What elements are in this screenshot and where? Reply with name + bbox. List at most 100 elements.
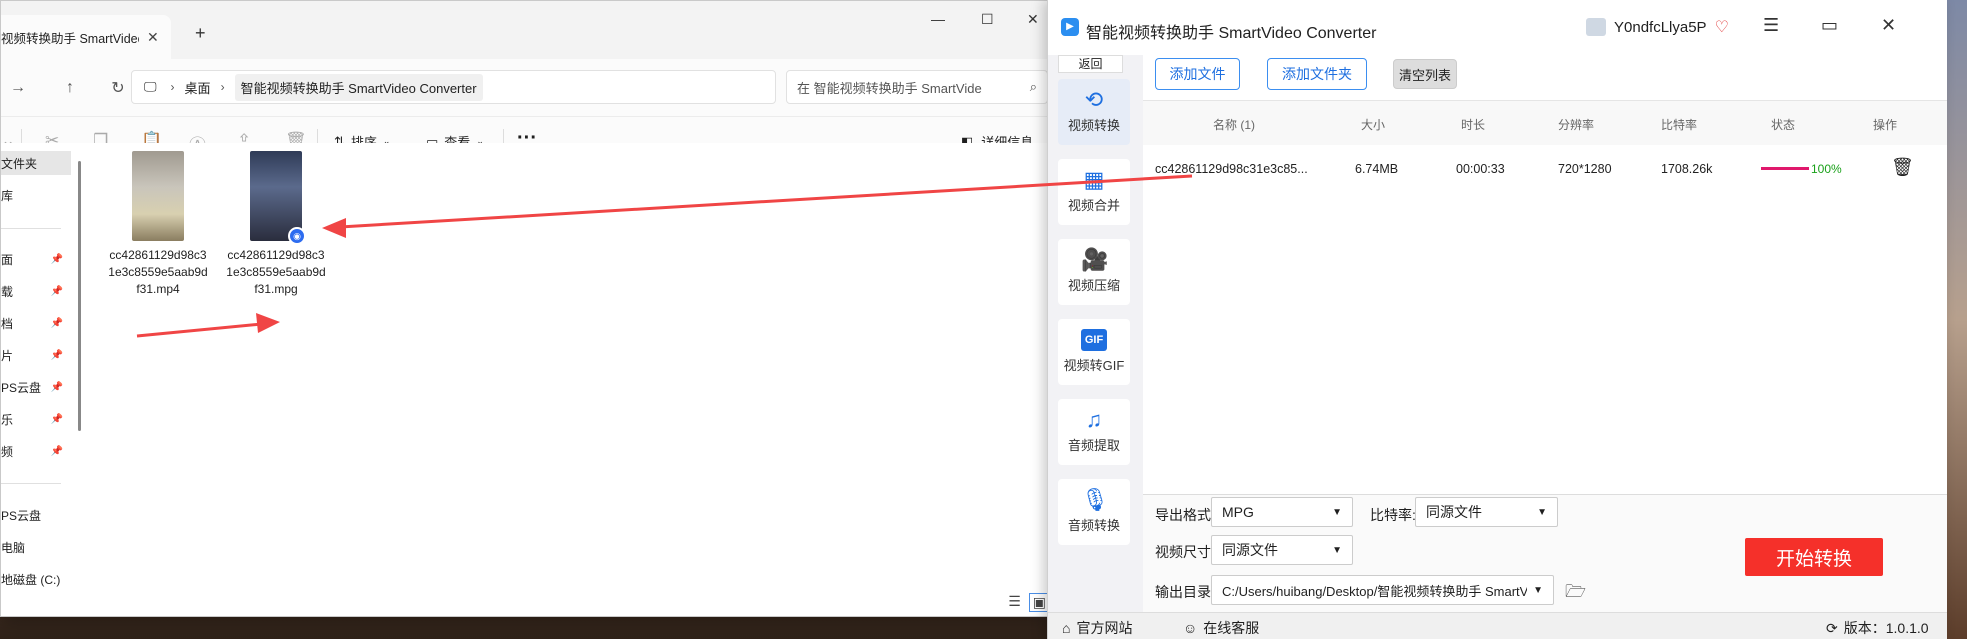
cell-bitrate: 1708.26k [1661,162,1713,176]
details-view-icon[interactable]: ☰ [1008,593,1021,612]
format-select[interactable]: MPG ▼ [1211,497,1353,527]
sidebar-item-label: 频 [1,444,14,459]
sidebar-item-downloads[interactable]: 载 📌 [1,279,71,303]
sidebar-item-label: PS云盘 [1,380,42,395]
nav-video-compress[interactable]: 🎥 视频压缩 [1058,239,1130,305]
nav-audio-convert[interactable]: 🎙 音频转换 [1058,479,1130,545]
sidebar-divider [1,228,61,229]
breadcrumb-folder[interactable]: 智能视频转换助手 SmartVideo Converter [234,73,483,101]
table-header: 名称 (1) 大小 时长 分辨率 比特率 状态 操作 [1143,101,1947,145]
open-folder-icon[interactable]: 🗁 [1565,579,1586,608]
sidebar-item-documents[interactable]: 档 📌 [1,311,71,335]
caret-down-icon: ▼ [1332,545,1342,556]
bitrate-value: 同源文件 [1426,504,1482,520]
user-account[interactable]: Y0ndfcLlya5P ♡ [1586,17,1729,37]
breadcrumb-desktop[interactable]: 桌面 [185,78,211,97]
caret-down-icon: ▼ [1537,507,1547,518]
refresh-icon[interactable]: ↻ [101,78,135,98]
nav-video-to-gif[interactable]: GIF 视频转GIF [1058,319,1130,385]
bitrate-label: 比特率: [1370,507,1416,523]
pin-icon: 📌 [50,445,63,457]
search-placeholder: 在 智能视频转换助手 SmartVide [797,80,982,96]
sidebar-item-desktop[interactable]: 面 📌 [1,247,71,271]
up-arrow-icon[interactable]: ↑ [53,79,87,97]
close-button[interactable]: ✕ [1881,15,1896,36]
file-explorer-window: 视频转换助手 SmartVideo ✕ + — ☐ ✕ → ↑ ↻ 🖵 › 桌面… [0,0,1055,617]
explorer-tab[interactable]: 视频转换助手 SmartVideo ✕ [1,15,171,59]
explorer-tab-title: 视频转换助手 SmartVideo [1,31,139,46]
column-header-name[interactable]: 名称 (1) [1213,116,1255,133]
sync-badge-icon: ◉ [288,227,306,245]
sidebar-scrollbar[interactable] [78,161,81,431]
minimize-button[interactable]: — [931,11,945,27]
output-dir-value: C:/Users/huibang/Desktop/智能视频转换助手 SmartV… [1222,583,1527,599]
trash-icon[interactable]: 🗑 [1891,157,1914,178]
sidebar-item-this-pc[interactable]: 电脑 [1,535,71,559]
column-header-size: 大小 [1361,118,1386,132]
search-icon: ⌕ [1029,79,1037,94]
nav-label: 音频提取 [1067,438,1120,453]
menu-icon[interactable]: ☰ [1763,15,1779,36]
nav-video-merge[interactable]: ▦ 视频合并 [1058,159,1130,225]
start-convert-button[interactable]: 开始转换 [1745,538,1883,576]
add-file-button[interactable]: 添加文件 [1155,58,1240,90]
add-folder-button[interactable]: 添加文件夹 [1267,58,1367,90]
bitrate-select[interactable]: 同源文件 ▼ [1415,497,1558,527]
video-compress-icon: 🎥 [1081,247,1109,272]
sidebar-item-library[interactable]: 库 [1,183,71,207]
avatar [1586,18,1606,36]
sidebar-item-wps-cloud-2[interactable]: PS云盘 [1,503,71,527]
sidebar-item-pictures[interactable]: 片 📌 [1,343,71,367]
restore-button[interactable]: ▭ [1821,15,1838,36]
format-value: MPG [1222,504,1254,520]
file-item-mpg[interactable]: ◉ cc42861129d98c31e3c8559e5aab9df31.mpg [226,151,326,298]
output-dir-select[interactable]: C:/Users/huibang/Desktop/智能视频转换助手 SmartV… [1211,575,1554,605]
sidebar-item-label: PS云盘 [1,508,42,523]
sidebar-item-drive-c[interactable]: 地磁盘 (C:) [1,567,71,591]
output-settings: 导出格式: MPG ▼ 比特率: 同源文件 ▼ 视频尺寸: 同源文件 ▼ 开始转… [1143,494,1947,612]
address-bar[interactable]: 🖵 › 桌面 › 智能视频转换助手 SmartVideo Converter [131,70,776,104]
forward-arrow-icon[interactable]: → [1,79,35,97]
microphone-icon: 🎙 [1081,487,1109,512]
size-value: 同源文件 [1222,542,1278,558]
pin-icon: 📌 [50,253,63,265]
cell-resolution: 720*1280 [1558,162,1612,176]
cell-size: 6.74MB [1355,162,1399,176]
official-website-link[interactable]: ⌂ 官方网站 [1062,618,1132,638]
nav-video-convert[interactable]: ⟲ 视频转换 [1058,79,1130,145]
new-tab-button[interactable]: + [195,23,206,44]
online-support-link[interactable]: ☺ 在线客服 [1183,618,1259,638]
close-button[interactable]: ✕ [1027,11,1039,28]
video-convert-icon: ⟲ [1084,87,1104,112]
table-row[interactable]: cc42861129d98c31e3c85... 6.74MB 00:00:33… [1143,145,1947,189]
nav-audio-extract[interactable]: ♫ 音频提取 [1058,399,1130,465]
pin-icon: 📌 [50,381,63,393]
sidebar-item-wps-cloud[interactable]: PS云盘 📌 [1,375,71,399]
column-header-status: 状态 [1771,118,1796,132]
support-agent-icon: ☺ [1183,620,1198,636]
refresh-icon: ⟳ [1826,619,1838,636]
sidebar-item-label: 面 [1,252,14,267]
column-header-resolution: 分辨率 [1558,118,1595,132]
nav-label: 视频转GIF [1063,358,1125,373]
tab-close-icon[interactable]: ✕ [147,29,159,46]
caret-down-icon: ▼ [1533,585,1543,596]
file-item-mp4[interactable]: cc42861129d98c31e3c8559e5aab9df31.mp4 [108,151,208,298]
sidebar-item-music[interactable]: 乐 📌 [1,407,71,431]
pin-icon: 📌 [50,317,63,329]
file-actions: 添加文件 添加文件夹 清空列表 [1143,55,1947,97]
version-info[interactable]: ⟳ 版本：1.0.1.0 [1826,618,1929,638]
clear-list-button[interactable]: 清空列表 [1393,59,1457,89]
sidebar-item-label: 片 [1,348,14,363]
search-input[interactable]: 在 智能视频转换助手 SmartVide ⌕ [786,70,1048,104]
progress-percent: 100% [1811,162,1842,176]
sidebar-item-label: 档 [1,316,14,331]
pin-icon: 📌 [50,285,63,297]
format-label: 导出格式: [1155,507,1215,523]
sidebar-item-videos[interactable]: 频 📌 [1,439,71,463]
maximize-button[interactable]: ☐ [981,11,994,28]
sidebar-item-folder[interactable]: 文件夹 [1,151,71,175]
app-title: 智能视频转换助手 SmartVideo Converter [1086,25,1377,42]
size-select[interactable]: 同源文件 ▼ [1211,535,1353,565]
back-button[interactable]: 返回 [1058,55,1123,73]
